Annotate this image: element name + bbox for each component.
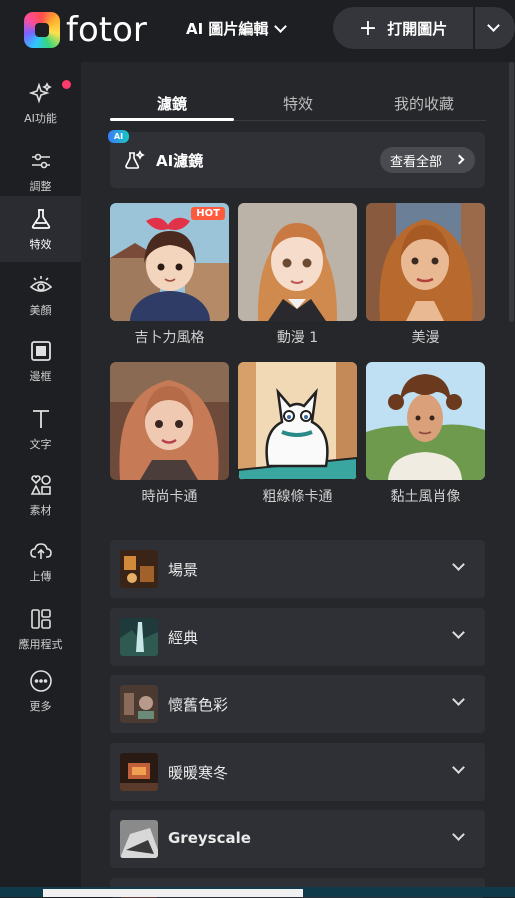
chevron-down-icon (452, 558, 465, 571)
flask-sparkle-icon (124, 149, 146, 171)
filter-thumb-ghibli[interactable]: HOT (110, 203, 229, 321)
sidebar-item-label: 素材 (29, 504, 52, 517)
filter-label: 黏土風肖像 (390, 489, 461, 505)
tab-effects[interactable]: 特效 (236, 86, 360, 120)
sidebar-item-apps[interactable]: 應用程式 (0, 596, 81, 662)
category-thumbnail (120, 618, 158, 656)
frame-icon (28, 338, 54, 364)
sidebar-item-elements[interactable]: 素材 (0, 462, 81, 528)
sidebar: AI功能 調整 特效 美顏 邊框 文字 素材 上傳 應用程式 更多 (0, 62, 81, 897)
sidebar-item-text[interactable]: 文字 (0, 396, 81, 462)
category-thumbnail (120, 685, 158, 723)
sidebar-item-label: 特效 (29, 238, 52, 251)
filter-label: 時尚卡通 (141, 489, 198, 505)
sidebar-item-label: AI功能 (24, 112, 57, 125)
top-bar: fotor AI 圖片編輯 + 打開圖片 (0, 0, 515, 62)
chevron-down-icon (452, 693, 465, 706)
logo-icon (24, 12, 60, 48)
sidebar-item-frames[interactable]: 邊框 (0, 328, 81, 394)
sidebar-item-label: 更多 (29, 700, 52, 713)
mode-dropdown[interactable]: AI 圖片編輯 (186, 18, 288, 39)
category-scenes[interactable]: 場景 (110, 540, 485, 598)
category-thumbnail (120, 820, 158, 858)
category-label: 經典 (168, 629, 199, 647)
hot-badge: HOT (191, 207, 225, 220)
panel-scrollbar[interactable] (509, 62, 514, 322)
category-vintage-color[interactable]: 懷舊色彩 (110, 675, 485, 733)
filter-label: 美漫 (411, 330, 440, 346)
open-image-dropdown-button[interactable] (475, 7, 515, 49)
category-thumbnail (120, 753, 158, 791)
chevron-down-icon (487, 19, 500, 32)
filter-thumb-anime-1[interactable] (238, 203, 357, 321)
category-label: 懷舊色彩 (168, 696, 229, 714)
sidebar-item-label: 文字 (29, 438, 52, 451)
sidebar-item-label: 上傳 (29, 570, 52, 583)
filter-thumb-fashion-cartoon[interactable] (110, 362, 229, 480)
cloud-upload-icon (28, 538, 54, 564)
ai-filter-title: AI濾鏡 (156, 152, 204, 170)
sidebar-item-label: 調整 (29, 180, 52, 193)
sidebar-item-label: 邊框 (29, 370, 52, 383)
shapes-icon (28, 472, 54, 498)
chevron-down-icon (452, 761, 465, 774)
see-all-label: 查看全部 (390, 154, 443, 170)
filter-label: 動漫 1 (276, 330, 319, 346)
text-icon (28, 406, 54, 432)
sidebar-item-effects[interactable]: 特效 (0, 196, 81, 262)
fotor-logo[interactable]: fotor (24, 10, 147, 50)
sidebar-item-upload[interactable]: 上傳 (0, 528, 81, 594)
category-warm-winter[interactable]: 暖暖寒冬 (110, 743, 485, 801)
chevron-down-icon (452, 626, 465, 639)
sparkle-icon (28, 80, 54, 106)
mode-label: AI 圖片編輯 (186, 20, 269, 38)
ai-badge: AI (108, 130, 129, 143)
flask-icon (28, 206, 54, 232)
panel-tabs: 濾鏡 特效 我的收藏 (110, 86, 486, 121)
sidebar-item-label: 美顏 (29, 304, 52, 317)
tab-filters[interactable]: 濾鏡 (110, 86, 234, 120)
effects-panel: 濾鏡 特效 我的收藏 AI AI濾鏡 查看全部 HOT 吉卜力風格 動漫 1 美… (81, 62, 515, 898)
sidebar-item-adjust[interactable]: 調整 (0, 138, 81, 204)
filter-thumb-american-comic[interactable] (366, 203, 485, 321)
chevron-down-icon (452, 828, 465, 841)
active-tab-indicator (110, 118, 234, 121)
sidebar-item-ai-tools[interactable]: AI功能 (0, 70, 81, 136)
sliders-icon (28, 148, 54, 174)
tab-favorites[interactable]: 我的收藏 (362, 86, 486, 120)
category-thumbnail (120, 550, 158, 588)
sidebar-item-label: 應用程式 (18, 638, 63, 651)
apps-icon (28, 606, 54, 632)
logo-text: fotor (66, 10, 147, 50)
category-label: Greyscale (168, 829, 251, 847)
notification-dot (62, 80, 71, 89)
category-label: 暖暖寒冬 (168, 764, 229, 782)
bottom-canvas-edge (43, 889, 303, 897)
filter-thumb-clay-portrait[interactable] (366, 362, 485, 480)
sidebar-item-more[interactable]: 更多 (0, 658, 81, 724)
category-label: 場景 (168, 561, 199, 579)
see-all-button[interactable]: 查看全部 (380, 147, 475, 173)
more-icon (28, 668, 54, 694)
eye-icon (28, 272, 54, 298)
filter-thumb-bold-line-cartoon[interactable] (238, 362, 357, 480)
open-image-label: 打開圖片 (387, 19, 448, 38)
plus-icon: + (358, 15, 378, 41)
sidebar-item-beauty[interactable]: 美顏 (0, 262, 81, 328)
category-greyscale[interactable]: Greyscale (110, 810, 485, 868)
chevron-right-icon (454, 154, 465, 165)
category-classic[interactable]: 經典 (110, 608, 485, 666)
filter-label: 吉卜力風格 (134, 330, 205, 346)
open-image-button[interactable]: + 打開圖片 (333, 7, 473, 49)
ai-filter-card: AI AI濾鏡 查看全部 (108, 130, 485, 188)
chevron-down-icon (274, 20, 288, 33)
filter-label: 粗線條卡通 (262, 489, 333, 505)
